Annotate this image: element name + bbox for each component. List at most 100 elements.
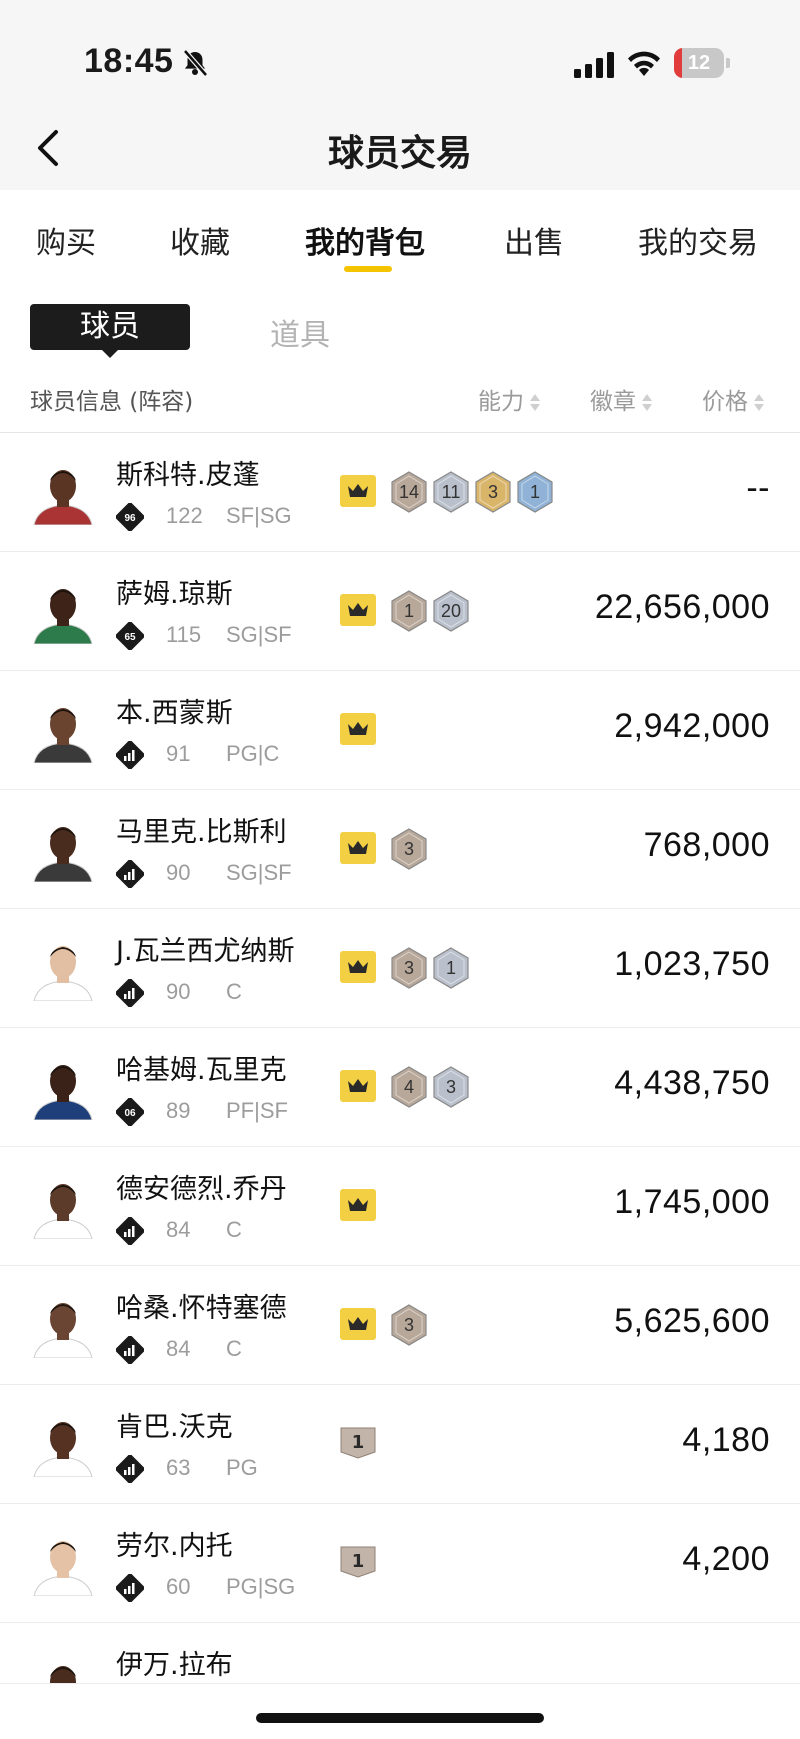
tab-buy[interactable]: 购买 bbox=[36, 218, 96, 262]
player-rating: 84 bbox=[166, 1217, 191, 1242]
player-rating: 84 bbox=[166, 1336, 191, 1361]
player-tier-icon bbox=[114, 977, 146, 1009]
tab-favorites[interactable]: 收藏 bbox=[170, 218, 230, 262]
page-title: 球员交易 bbox=[327, 133, 472, 174]
player-rating: 90 bbox=[166, 860, 191, 885]
subtab-items[interactable]: 道具 bbox=[270, 310, 330, 354]
wifi-icon bbox=[628, 51, 660, 76]
tab-sell[interactable]: 出售 bbox=[504, 218, 564, 262]
player-row[interactable]: 肯巴.沃克 63 PG 1 4,180 bbox=[0, 1385, 800, 1504]
sort-icon bbox=[754, 393, 764, 413]
player-list: 斯科特.皮蓬 96 122 SF|SG 14 11 3 1 -- 萨姆.琼斯 6… bbox=[0, 433, 800, 1684]
player-rating: 60 bbox=[166, 1574, 191, 1599]
column-badge-sort[interactable]: 徽章 bbox=[590, 382, 652, 416]
player-row[interactable]: 本.西蒙斯 91 PG|C 2,942,000 bbox=[0, 671, 800, 790]
player-price: 1,023,750 bbox=[614, 945, 770, 983]
svg-text:06: 06 bbox=[124, 1108, 136, 1119]
player-tier-icon bbox=[114, 1334, 146, 1366]
player-row[interactable]: J.瓦兰西尤纳斯 90 C 3 1 1,023,750 bbox=[0, 909, 800, 1028]
player-price: 5,625,600 bbox=[614, 1302, 770, 1340]
player-price: 4,200 bbox=[682, 1540, 770, 1578]
player-avatar bbox=[30, 461, 96, 525]
player-position: PG|C bbox=[226, 741, 280, 766]
player-avatar bbox=[30, 1294, 96, 1358]
player-row[interactable]: 劳尔.内托 60 PG|SG 1 4,200 bbox=[0, 1504, 800, 1623]
tag-value: 1 bbox=[351, 1551, 365, 1572]
player-name: 德安德烈.乔丹 bbox=[116, 1174, 287, 1205]
player-price: -- bbox=[746, 469, 770, 507]
tier-tag-icon: 1 bbox=[340, 1427, 376, 1459]
player-row[interactable]: 哈基姆.瓦里克 06 89 PF|SF 4 3 4,438,750 bbox=[0, 1028, 800, 1147]
column-price-sort[interactable]: 价格 bbox=[702, 382, 764, 416]
player-name: 本.西蒙斯 bbox=[116, 698, 233, 729]
hex-badge-icon: 11 bbox=[432, 471, 470, 513]
badge-count: 3 bbox=[487, 482, 498, 502]
player-rating: 122 bbox=[166, 503, 203, 528]
badge-count: 4 bbox=[403, 1077, 414, 1097]
player-position: PG bbox=[226, 1455, 258, 1480]
player-name: J.瓦兰西尤纳斯 bbox=[116, 936, 295, 967]
player-position: C bbox=[226, 1336, 242, 1361]
player-tier-icon bbox=[114, 739, 146, 771]
player-name: 肯巴.沃克 bbox=[116, 1412, 233, 1443]
player-name: 萨姆.琼斯 bbox=[116, 579, 233, 610]
sort-icon bbox=[642, 393, 652, 413]
battery-level: 12 bbox=[687, 52, 711, 74]
player-row[interactable]: 斯科特.皮蓬 96 122 SF|SG 14 11 3 1 -- bbox=[0, 433, 800, 552]
player-tier-icon: 06 bbox=[114, 1096, 146, 1128]
player-row-partial[interactable]: 伊万.拉布 bbox=[0, 1623, 800, 1684]
svg-text:65: 65 bbox=[124, 632, 136, 643]
badge-count: 3 bbox=[403, 839, 414, 859]
player-row[interactable]: 德安德烈.乔丹 84 C 1,745,000 bbox=[0, 1147, 800, 1266]
column-ability-sort[interactable]: 能力 bbox=[478, 382, 540, 416]
player-row[interactable]: 哈桑.怀特塞德 84 C 3 5,625,600 bbox=[0, 1266, 800, 1385]
signal-icon bbox=[574, 52, 614, 78]
player-position: PF|SF bbox=[226, 1098, 288, 1123]
column-price-label: 价格 bbox=[702, 389, 748, 415]
player-row[interactable]: 马里克.比斯利 90 SG|SF 3 768,000 bbox=[0, 790, 800, 909]
hex-badge-icon: 1 bbox=[516, 471, 554, 513]
badge-count: 14 bbox=[398, 482, 420, 502]
player-tier-icon: 96 bbox=[114, 501, 146, 533]
column-ability-label: 能力 bbox=[478, 389, 524, 415]
hex-badge-icon: 3 bbox=[432, 1066, 470, 1108]
column-player-info: 球员信息 (阵容) bbox=[30, 389, 194, 415]
sort-icon bbox=[530, 393, 540, 413]
badge-count: 11 bbox=[441, 482, 461, 502]
player-avatar bbox=[30, 1657, 96, 1683]
crown-badge-icon bbox=[340, 951, 376, 983]
tab-my-backpack[interactable]: 我的背包 bbox=[305, 218, 425, 262]
player-avatar bbox=[30, 580, 96, 644]
player-price: 4,180 bbox=[682, 1421, 770, 1459]
status-bar: 18:45 12 bbox=[0, 0, 800, 110]
crown-badge-icon bbox=[340, 832, 376, 864]
player-avatar bbox=[30, 1056, 96, 1120]
player-avatar bbox=[30, 818, 96, 882]
hex-badge-icon: 3 bbox=[390, 828, 428, 870]
player-name: 哈桑.怀特塞德 bbox=[116, 1293, 287, 1324]
player-name: 哈基姆.瓦里克 bbox=[116, 1055, 287, 1086]
player-position: SG|SF bbox=[226, 860, 292, 885]
player-price: 1,745,000 bbox=[614, 1183, 770, 1221]
tab-my-trades[interactable]: 我的交易 bbox=[638, 218, 758, 262]
badge-count: 1 bbox=[403, 601, 414, 621]
column-badge-label: 徽章 bbox=[590, 389, 636, 415]
crown-badge-icon bbox=[340, 475, 376, 507]
battery-icon: 12 bbox=[674, 48, 730, 78]
player-tier-icon bbox=[114, 1215, 146, 1247]
player-avatar bbox=[30, 1175, 96, 1239]
player-position: PG|SG bbox=[226, 1574, 296, 1599]
hex-badge-icon: 3 bbox=[474, 471, 512, 513]
player-position: SG|SF bbox=[226, 622, 292, 647]
badge-count: 20 bbox=[440, 601, 462, 621]
player-name: 马里克.比斯利 bbox=[116, 817, 287, 848]
player-price: 22,656,000 bbox=[594, 588, 770, 626]
player-price: 768,000 bbox=[643, 826, 770, 864]
player-tier-icon bbox=[114, 1453, 146, 1485]
subtab-players[interactable]: 球员 bbox=[30, 304, 190, 358]
sub-tabs: 球员 道具 bbox=[0, 300, 800, 360]
player-rating: 89 bbox=[166, 1098, 191, 1123]
player-row[interactable]: 萨姆.琼斯 65 115 SG|SF 1 20 22,656,000 bbox=[0, 552, 800, 671]
active-tab-indicator bbox=[344, 266, 392, 272]
player-tier-icon bbox=[114, 858, 146, 890]
